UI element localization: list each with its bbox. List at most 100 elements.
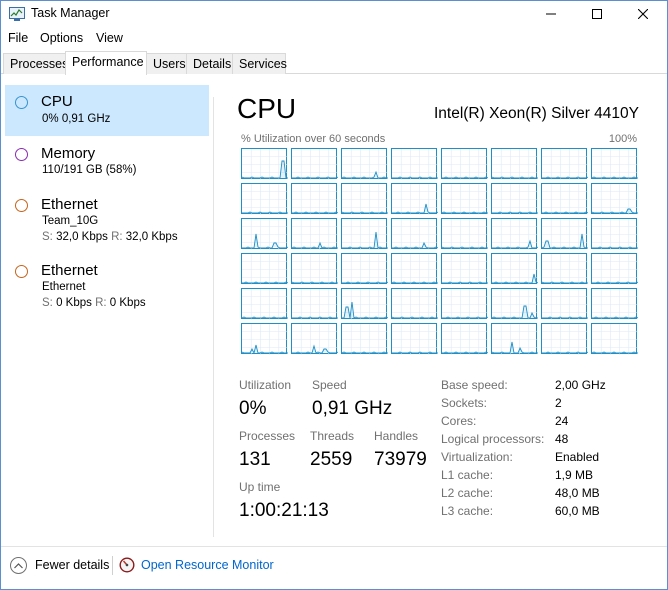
cpu-core-graph (441, 323, 488, 355)
cpu-core-graph (491, 218, 538, 250)
sidebar-item-title: Memory (41, 145, 96, 162)
sidebar-item-ethernet-team[interactable]: Ethernet Team_10G S: 32,0 Kbps R: 32,0 K… (5, 192, 209, 252)
cpu-core-graph (541, 183, 588, 215)
cpu-core-graph (241, 288, 288, 320)
sidebar-item-adapter: Team_10G (42, 215, 99, 227)
cpu-core-graph (441, 183, 488, 215)
spec-value-logical-processors: 48 (555, 432, 569, 446)
spec-label-l1-cache: L1 cache: (441, 468, 494, 482)
sidebar-item-cpu[interactable]: CPU 0% 0,91 GHz (5, 85, 209, 136)
send-rate: 32,0 Kbps (56, 231, 108, 243)
spec-label-sockets: Sockets: (441, 396, 488, 410)
cpu-core-graph (341, 253, 388, 285)
cpu-core-graph (441, 218, 488, 250)
sidebar-item-detail: 110/191 GB (58%) (42, 164, 137, 176)
cpu-core-graph (441, 148, 488, 180)
tab-details[interactable]: Details (186, 53, 233, 74)
footer-bar: Fewer details Open Resource Monitor (1, 553, 667, 579)
resource-sidebar: CPU 0% 0,91 GHz Memory 110/191 GB (58%) … (1, 85, 211, 537)
fewer-details-button[interactable]: Fewer details (35, 558, 109, 572)
maximize-button[interactable] (574, 1, 620, 27)
cpu-core-graph (591, 148, 638, 180)
spec-label-virtualization: Virtualization: (441, 450, 513, 464)
chevron-up-icon[interactable] (10, 557, 27, 574)
cpu-core-graph (241, 323, 288, 355)
cpu-core-graph (391, 323, 438, 355)
cpu-core-graph (341, 148, 388, 180)
cpu-core-graph (241, 183, 288, 215)
spec-label-base-speed: Base speed: (441, 378, 508, 392)
cpu-core-graph (241, 148, 288, 180)
menu-bar: File Options View (1, 28, 667, 49)
cpu-core-graph (241, 253, 288, 285)
sidebar-item-detail: 0% 0,91 GHz (42, 113, 111, 125)
tab-performance[interactable]: Performance (65, 51, 147, 75)
cpu-core-graph (341, 323, 388, 355)
cpu-core-graph (541, 288, 588, 320)
cpu-core-graph (291, 323, 338, 355)
spec-value-sockets: 2 (555, 396, 562, 410)
cpu-core-graph (291, 288, 338, 320)
handles-label: Handles (374, 429, 419, 443)
graph-max-label: 100% (608, 133, 637, 145)
cpu-core-graph (591, 323, 638, 355)
spec-value-virtualization: Enabled (555, 450, 600, 464)
open-resource-monitor-link[interactable]: Open Resource Monitor (141, 558, 274, 572)
cpu-core-graph (241, 218, 288, 250)
receive-label: R: (95, 297, 107, 309)
resource-monitor-icon[interactable] (119, 557, 135, 573)
cpu-core-graph (291, 183, 338, 215)
uptime-label: Up time (239, 480, 281, 494)
minimize-button[interactable] (528, 1, 574, 27)
menu-options[interactable]: Options (40, 31, 83, 45)
close-icon (638, 9, 648, 19)
send-label: S: (42, 297, 53, 309)
menu-file[interactable]: File (8, 31, 28, 45)
sidebar-item-memory[interactable]: Memory 110/191 GB (58%) (5, 141, 209, 185)
title-bar[interactable]: Task Manager (1, 1, 667, 28)
spec-value-l3-cache: 60,0 MB (555, 504, 600, 518)
cpu-core-graph (541, 148, 588, 180)
sidebar-item-title: Ethernet (41, 262, 98, 279)
sidebar-item-adapter: Ethernet (42, 281, 86, 293)
footer-separator (112, 556, 113, 575)
cpu-indicator-icon (15, 96, 28, 109)
sidebar-item-ethernet[interactable]: Ethernet Ethernet S: 0 Kbps R: 0 Kbps (5, 258, 209, 318)
cpu-core-graph (541, 323, 588, 355)
cpu-core-graph (441, 253, 488, 285)
cpu-core-graph (391, 288, 438, 320)
cpu-core-graph (341, 218, 388, 250)
close-button[interactable] (620, 1, 666, 27)
tab-processes[interactable]: Processes (3, 53, 68, 74)
utilization-label: Utilization (239, 378, 292, 392)
cpu-core-graph (591, 288, 638, 320)
sidebar-divider (213, 97, 214, 537)
cpu-core-graph (591, 183, 638, 215)
tab-bar: Processes Performance Users Details Serv… (1, 51, 667, 75)
minimize-icon (546, 13, 556, 15)
graph-caption: % Utilization over 60 seconds (241, 133, 386, 145)
cpu-core-graph (491, 148, 538, 180)
tab-services[interactable]: Services (232, 53, 287, 74)
cpu-core-graph (491, 253, 538, 285)
ethernet-indicator-icon (15, 199, 28, 212)
footer-divider (1, 546, 667, 547)
ethernet-indicator-icon (15, 265, 28, 278)
speed-value: 0,91 GHz (312, 398, 393, 419)
spec-value-cores: 24 (555, 414, 569, 428)
cpu-core-graph (341, 288, 388, 320)
cpu-core-graph (391, 148, 438, 180)
task-manager-icon (9, 7, 25, 21)
cpu-core-graph (291, 218, 338, 250)
maximize-icon (592, 9, 602, 19)
uptime-value: 1:00:21:13 (239, 500, 329, 521)
cpu-core-graph (441, 288, 488, 320)
speed-label: Speed (312, 378, 347, 392)
menu-view[interactable]: View (96, 31, 123, 45)
cpu-core-graph (491, 183, 538, 215)
cpu-core-graph (541, 218, 588, 250)
cpu-core-graph (491, 288, 538, 320)
tab-users[interactable]: Users (146, 53, 187, 74)
spec-value-base-speed: 2,00 GHz (555, 378, 606, 392)
panel-title: CPU (237, 93, 297, 124)
